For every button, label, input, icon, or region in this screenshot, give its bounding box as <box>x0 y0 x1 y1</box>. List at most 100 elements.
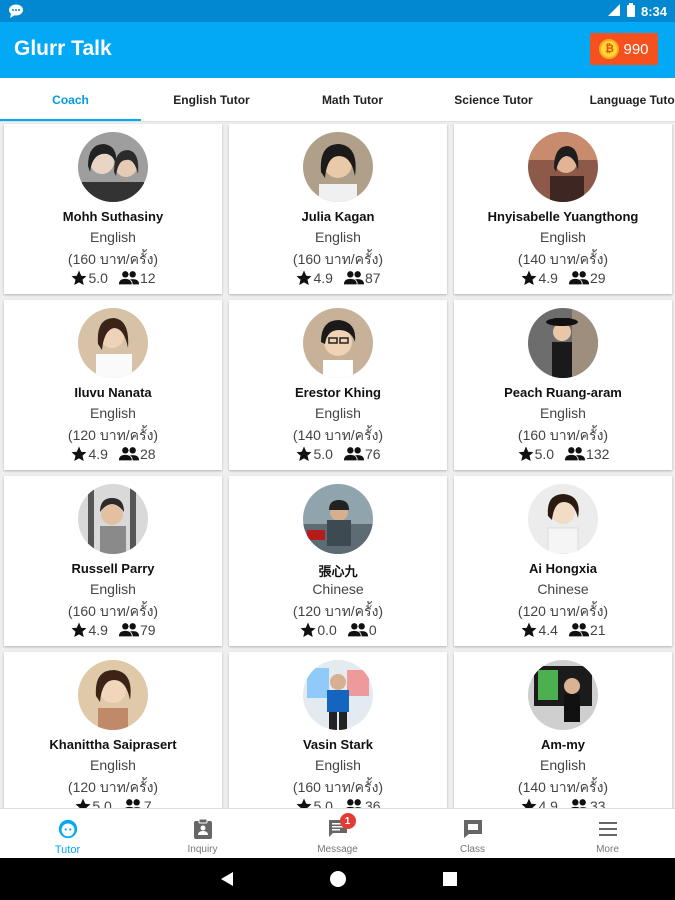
class-icon <box>461 817 485 841</box>
tutor-price: (160 บาท/ครั้ง) <box>517 427 609 443</box>
tab-language-tutor[interactable]: Language Tutor <box>564 78 675 121</box>
tutor-language: English <box>315 229 361 245</box>
students-icon <box>568 797 590 808</box>
tutor-stats: 4.9 79 <box>4 621 222 639</box>
tutor-name: Russell Parry <box>71 561 155 576</box>
tutor-name: Khanittha Saiprasert <box>49 737 177 752</box>
tutor-name: Am-my <box>540 737 586 752</box>
students-icon <box>564 445 586 463</box>
students-icon <box>343 269 365 287</box>
tutor-language: English <box>90 581 136 597</box>
tutor-name: Peach Ruang-aram <box>504 385 622 400</box>
star-icon <box>520 797 538 808</box>
tutor-price: (160 บาท/ครั้ง) <box>292 779 384 795</box>
tab-math-tutor[interactable]: Math Tutor <box>282 78 423 121</box>
tab-coach[interactable]: Coach <box>0 78 141 121</box>
tab-english-tutor[interactable]: English Tutor <box>141 78 282 121</box>
category-tabs: Coach English Tutor Math Tutor Science T… <box>0 78 675 122</box>
nav-class[interactable]: Class <box>405 809 540 859</box>
recents-icon[interactable] <box>440 869 460 889</box>
students-icon <box>568 621 590 639</box>
chat-icon: 1 <box>326 813 356 841</box>
tutor-stats: 4.9 29 <box>454 269 672 287</box>
tutor-stats: 5.0 7 <box>4 797 222 808</box>
app-title: Glurr Talk <box>14 37 112 60</box>
tutor-price: (140 บาท/ครั้ง) <box>517 779 609 795</box>
tutor-language: Chinese <box>537 581 589 597</box>
tutor-name: Hnyisabelle Yuangthong <box>487 209 639 224</box>
tutor-card[interactable]: Julia Kagan English (160 บาท/ครั้ง) 4.9 … <box>229 124 447 294</box>
tutor-stats: 4.4 21 <box>454 621 672 639</box>
tutor-name: Vasin Stark <box>302 737 374 752</box>
tutor-card[interactable]: Hnyisabelle Yuangthong English (140 บาท/… <box>454 124 672 294</box>
tutor-avatar <box>528 308 598 378</box>
tutor-card[interactable]: Erestor Khing English (140 บาท/ครั้ง) 5.… <box>229 300 447 470</box>
nav-message[interactable]: 1 Message <box>270 809 405 859</box>
tutor-price: (160 บาท/ครั้ง) <box>67 251 159 267</box>
nav-more[interactable]: More <box>540 809 675 859</box>
tutor-rating: 5.0 <box>313 446 333 462</box>
star-icon <box>295 797 313 808</box>
nav-inquiry[interactable]: Inquiry <box>135 809 270 859</box>
tutor-card[interactable]: Vasin Stark English (160 บาท/ครั้ง) 5.0 … <box>229 652 447 808</box>
tutor-price: (140 บาท/ครั้ง) <box>517 251 609 267</box>
tutor-avatar <box>303 484 373 554</box>
student-count: 132 <box>586 446 610 462</box>
star-icon <box>517 445 535 463</box>
tutor-avatar <box>303 660 373 730</box>
students-icon <box>118 445 140 463</box>
tutor-name: Julia Kagan <box>301 209 375 224</box>
tutor-avatar <box>78 308 148 378</box>
students-icon <box>347 621 369 639</box>
nav-label: Message <box>317 844 358 855</box>
tutor-avatar <box>303 308 373 378</box>
tutor-card[interactable]: Russell Parry English (160 บาท/ครั้ง) 4.… <box>4 476 222 646</box>
star-icon <box>70 621 88 639</box>
tutor-card[interactable]: Iluvu Nanata English (120 บาท/ครั้ง) 4.9… <box>4 300 222 470</box>
nav-tutor[interactable]: Tutor <box>0 809 135 859</box>
tutor-stats: 0.0 0 <box>229 621 447 639</box>
coin-icon: ₿ <box>599 39 620 59</box>
tutor-grid: Mohh Suthasiny English (160 บาท/ครั้ง) 5… <box>0 122 675 808</box>
tutor-card[interactable]: Peach Ruang-aram English (160 บาท/ครั้ง)… <box>454 300 672 470</box>
tutor-stats: 5.0 132 <box>454 445 672 463</box>
tutor-avatar <box>78 132 148 202</box>
star-icon <box>520 269 538 287</box>
student-count: 36 <box>364 798 381 808</box>
app-bar: Glurr Talk ₿ 990 <box>0 22 675 78</box>
tutor-card[interactable]: Ai Hongxia Chinese (120 บาท/ครั้ง) 4.4 2… <box>454 476 672 646</box>
tutor-name: Iluvu Nanata <box>74 385 152 400</box>
tutor-stats: 5.0 12 <box>4 269 222 287</box>
tutor-card[interactable]: 張心九 Chinese (120 บาท/ครั้ง) 0.0 0 <box>229 476 447 646</box>
student-count: 12 <box>139 270 156 286</box>
tutor-price: (160 บาท/ครั้ง) <box>67 603 159 619</box>
tutor-stats: 4.9 28 <box>4 445 222 463</box>
coin-balance-button[interactable]: ₿ 990 <box>590 33 658 65</box>
tutor-rating: 5.0 <box>313 798 333 808</box>
tutor-price: (120 บาท/ครั้ง) <box>292 603 384 619</box>
tutor-language: English <box>315 405 361 421</box>
student-count: 0 <box>368 622 377 638</box>
tutor-rating: 4.9 <box>88 446 108 462</box>
tutor-card[interactable]: Khanittha Saiprasert English (120 บาท/คร… <box>4 652 222 808</box>
tab-science-tutor[interactable]: Science Tutor <box>423 78 564 121</box>
student-count: 28 <box>139 446 156 462</box>
tutor-price: (120 บาท/ครั้ง) <box>67 427 159 443</box>
unread-badge: 1 <box>339 813 356 829</box>
back-icon[interactable] <box>217 869 237 889</box>
tutor-card[interactable]: Am-my English (140 บาท/ครั้ง) 4.9 33 <box>454 652 672 808</box>
tutor-name: Mohh Suthasiny <box>62 209 164 224</box>
home-icon[interactable] <box>328 869 348 889</box>
tutor-stats: 5.0 36 <box>229 797 447 808</box>
tutor-rating: 5.0 <box>534 446 555 462</box>
students-icon <box>118 621 140 639</box>
face-icon <box>56 817 80 841</box>
tutor-price: (140 บาท/ครั้ง) <box>292 427 384 443</box>
nav-label: Class <box>459 844 485 855</box>
tutor-avatar <box>528 660 598 730</box>
star-icon <box>520 621 538 639</box>
clipboard-icon <box>191 817 215 841</box>
clock-time: 8:34 <box>640 4 667 19</box>
tutor-card[interactable]: Mohh Suthasiny English (160 บาท/ครั้ง) 5… <box>4 124 222 294</box>
tutor-rating: 4.9 <box>538 270 558 286</box>
